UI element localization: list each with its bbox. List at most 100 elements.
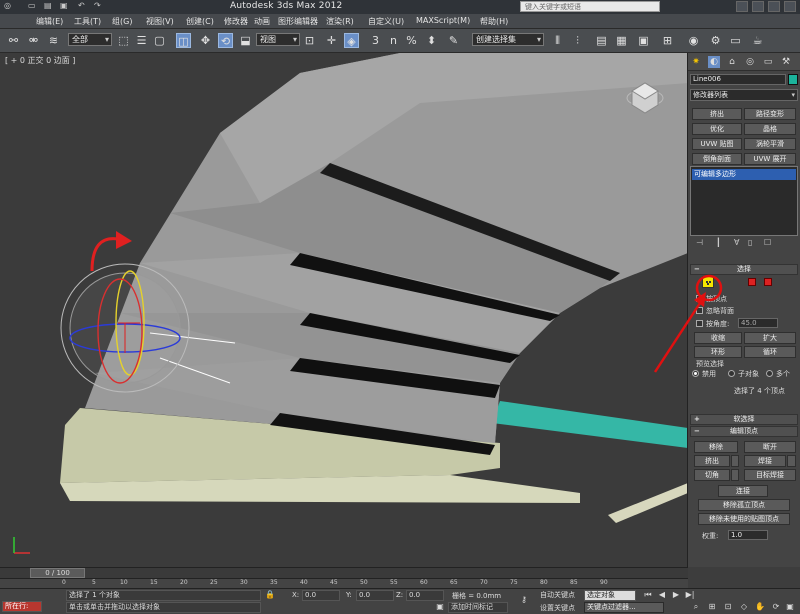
- layer-manager-icon[interactable]: ▤: [594, 33, 609, 48]
- mirror-icon[interactable]: ⫴: [550, 33, 565, 48]
- rotate-icon[interactable]: ⟲: [218, 33, 233, 48]
- viewport-front[interactable]: [ + 0 正交 0 边面 ]: [0, 53, 688, 567]
- bevel-profile-modifier-button[interactable]: 倒角剖面: [692, 153, 742, 165]
- utilities-tab-icon[interactable]: ⚒: [780, 56, 792, 68]
- weight-spinner[interactable]: 1.0: [728, 530, 768, 540]
- chamfer-vertex-button[interactable]: 切角: [694, 469, 730, 481]
- polygon-subobject-icon[interactable]: [764, 278, 772, 286]
- maximize-button[interactable]: [768, 1, 780, 12]
- window-crossing-icon[interactable]: ◫: [176, 33, 191, 48]
- reference-coordinate-dropdown[interactable]: 视图: [256, 33, 300, 46]
- edit-vertices-rollout-header[interactable]: − 编辑顶点: [690, 426, 798, 437]
- preview-subobject-radio[interactable]: [728, 370, 735, 377]
- vertex-subobject-button[interactable]: [702, 276, 714, 288]
- menu-group[interactable]: 组(G): [112, 16, 132, 27]
- rectangle-selection-icon[interactable]: ▢: [152, 33, 167, 48]
- ring-button[interactable]: 环形: [694, 346, 742, 358]
- open-file-icon[interactable]: ▤: [44, 1, 52, 10]
- menu-create[interactable]: 创建(C): [186, 16, 214, 27]
- spinner-snap-icon[interactable]: ⬍: [424, 33, 439, 48]
- snaps-toggle-icon[interactable]: 3: [368, 33, 383, 48]
- redo-icon[interactable]: ↷: [94, 1, 101, 10]
- link-icon[interactable]: ⚯: [6, 33, 21, 48]
- zoom-icon[interactable]: ⌕: [690, 602, 702, 612]
- material-editor-icon[interactable]: ◉: [686, 33, 701, 48]
- menu-help[interactable]: 帮助(H): [480, 16, 508, 27]
- extrude-vertex-button[interactable]: 挤出: [694, 455, 730, 467]
- create-tab-icon[interactable]: ✷: [690, 56, 702, 68]
- lattice-modifier-button[interactable]: 晶格: [744, 123, 796, 135]
- ignore-backfacing-checkbox[interactable]: [696, 307, 703, 314]
- key-filters-button[interactable]: 关键点过滤器...: [584, 602, 664, 613]
- search-input[interactable]: 键入关键字或短语: [520, 1, 660, 12]
- zoom-all-icon[interactable]: ⊞: [706, 602, 718, 612]
- preview-multi-radio[interactable]: [766, 370, 773, 377]
- weld-vertex-button[interactable]: 焊接: [744, 455, 786, 467]
- border-subobject-icon[interactable]: [748, 278, 756, 286]
- prev-frame-icon[interactable]: ◀: [656, 590, 668, 600]
- angle-snap-icon[interactable]: n: [386, 33, 401, 48]
- connect-button[interactable]: 连接: [718, 485, 768, 497]
- app-logo-icon[interactable]: ◎: [4, 1, 11, 10]
- show-end-result-icon[interactable]: ┃: [716, 238, 721, 247]
- remove-vertex-button[interactable]: 移除: [694, 441, 738, 453]
- time-slider[interactable]: 0 / 100: [30, 568, 85, 578]
- edit-named-selection-icon[interactable]: ✎: [446, 33, 461, 48]
- motion-tab-icon[interactable]: ◎: [744, 56, 756, 68]
- break-vertex-button[interactable]: 断开: [744, 441, 796, 453]
- close-button[interactable]: [784, 1, 796, 12]
- object-color-swatch[interactable]: [788, 74, 798, 85]
- undo-icon[interactable]: ↶: [78, 1, 85, 10]
- menu-modifiers[interactable]: 修改器: [224, 16, 248, 27]
- field-of-view-icon[interactable]: ◇: [738, 602, 750, 612]
- object-name-field[interactable]: Line006: [690, 74, 786, 85]
- next-frame-icon[interactable]: ▶|: [684, 590, 696, 600]
- make-unique-icon[interactable]: ∀: [734, 238, 739, 247]
- scale-icon[interactable]: ⬓: [238, 33, 253, 48]
- maxscript-listener-mode[interactable]: 所在行:: [2, 601, 42, 612]
- extrude-modifier-button[interactable]: 挤出: [692, 108, 742, 120]
- extrude-settings-button[interactable]: [731, 455, 739, 467]
- loop-button[interactable]: 循环: [744, 346, 796, 358]
- play-icon[interactable]: ▶: [670, 590, 682, 600]
- stack-item-editable-poly[interactable]: 可编辑多边形: [692, 169, 796, 180]
- menu-graph-editors[interactable]: 图形编辑器: [278, 16, 318, 27]
- menu-views[interactable]: 视图(V): [146, 16, 174, 27]
- keyboard-shortcut-toggle-icon[interactable]: ◈: [344, 33, 359, 48]
- select-by-name-icon[interactable]: ☰: [134, 33, 149, 48]
- menu-rendering[interactable]: 渲染(R): [326, 16, 354, 27]
- time-slider-track[interactable]: 0 / 100: [0, 567, 688, 578]
- modify-tab-icon[interactable]: ◐: [708, 56, 720, 68]
- by-angle-checkbox[interactable]: [696, 320, 703, 327]
- grow-button[interactable]: 扩大: [744, 332, 796, 344]
- remove-isolated-vertices-button[interactable]: 移除孤立顶点: [698, 499, 790, 511]
- render-production-icon[interactable]: ☕: [750, 33, 765, 48]
- help-icon[interactable]: [736, 1, 748, 12]
- unwrap-uvw-modifier-button[interactable]: UVW 展开: [744, 153, 796, 165]
- schematic-view-icon[interactable]: ⊞: [660, 33, 675, 48]
- target-weld-button[interactable]: 目标焊接: [744, 469, 796, 481]
- new-file-icon[interactable]: ▭: [28, 1, 36, 10]
- modifier-stack[interactable]: 可编辑多边形: [690, 166, 798, 236]
- select-manipulate-icon[interactable]: ✛: [324, 33, 339, 48]
- add-time-tag-button[interactable]: 添加时间标记: [448, 602, 508, 613]
- z-coord-field[interactable]: 0.0: [406, 590, 444, 601]
- y-coord-field[interactable]: 0.0: [356, 590, 394, 601]
- lock-selection-icon[interactable]: 🔒: [264, 590, 276, 600]
- set-key-label[interactable]: 设置关键点: [540, 603, 575, 613]
- key-mode-icon[interactable]: ⚷: [518, 595, 530, 605]
- pin-stack-icon[interactable]: ⊣: [696, 238, 703, 247]
- track-bar[interactable]: 0 5 10 15 20 25 30 35 40 45 50 55 60 65 …: [0, 578, 688, 588]
- orbit-icon[interactable]: ⟳: [770, 602, 782, 612]
- turbosmooth-modifier-button[interactable]: 涡轮平滑: [744, 138, 796, 150]
- menu-edit[interactable]: 编辑(E): [36, 16, 63, 27]
- soft-selection-rollout-header[interactable]: + 软选择: [690, 414, 798, 425]
- auto-key-label[interactable]: 自动关键点: [540, 590, 575, 600]
- render-setup-icon[interactable]: ⚙: [708, 33, 723, 48]
- maximize-viewport-icon[interactable]: ▣: [784, 602, 796, 612]
- bind-space-warp-icon[interactable]: ≋: [46, 33, 61, 48]
- named-selection-dropdown[interactable]: 创建选择集: [472, 33, 544, 46]
- x-coord-field[interactable]: 0.0: [302, 590, 340, 601]
- menu-customize[interactable]: 自定义(U): [368, 16, 404, 27]
- weld-settings-button[interactable]: [787, 455, 796, 467]
